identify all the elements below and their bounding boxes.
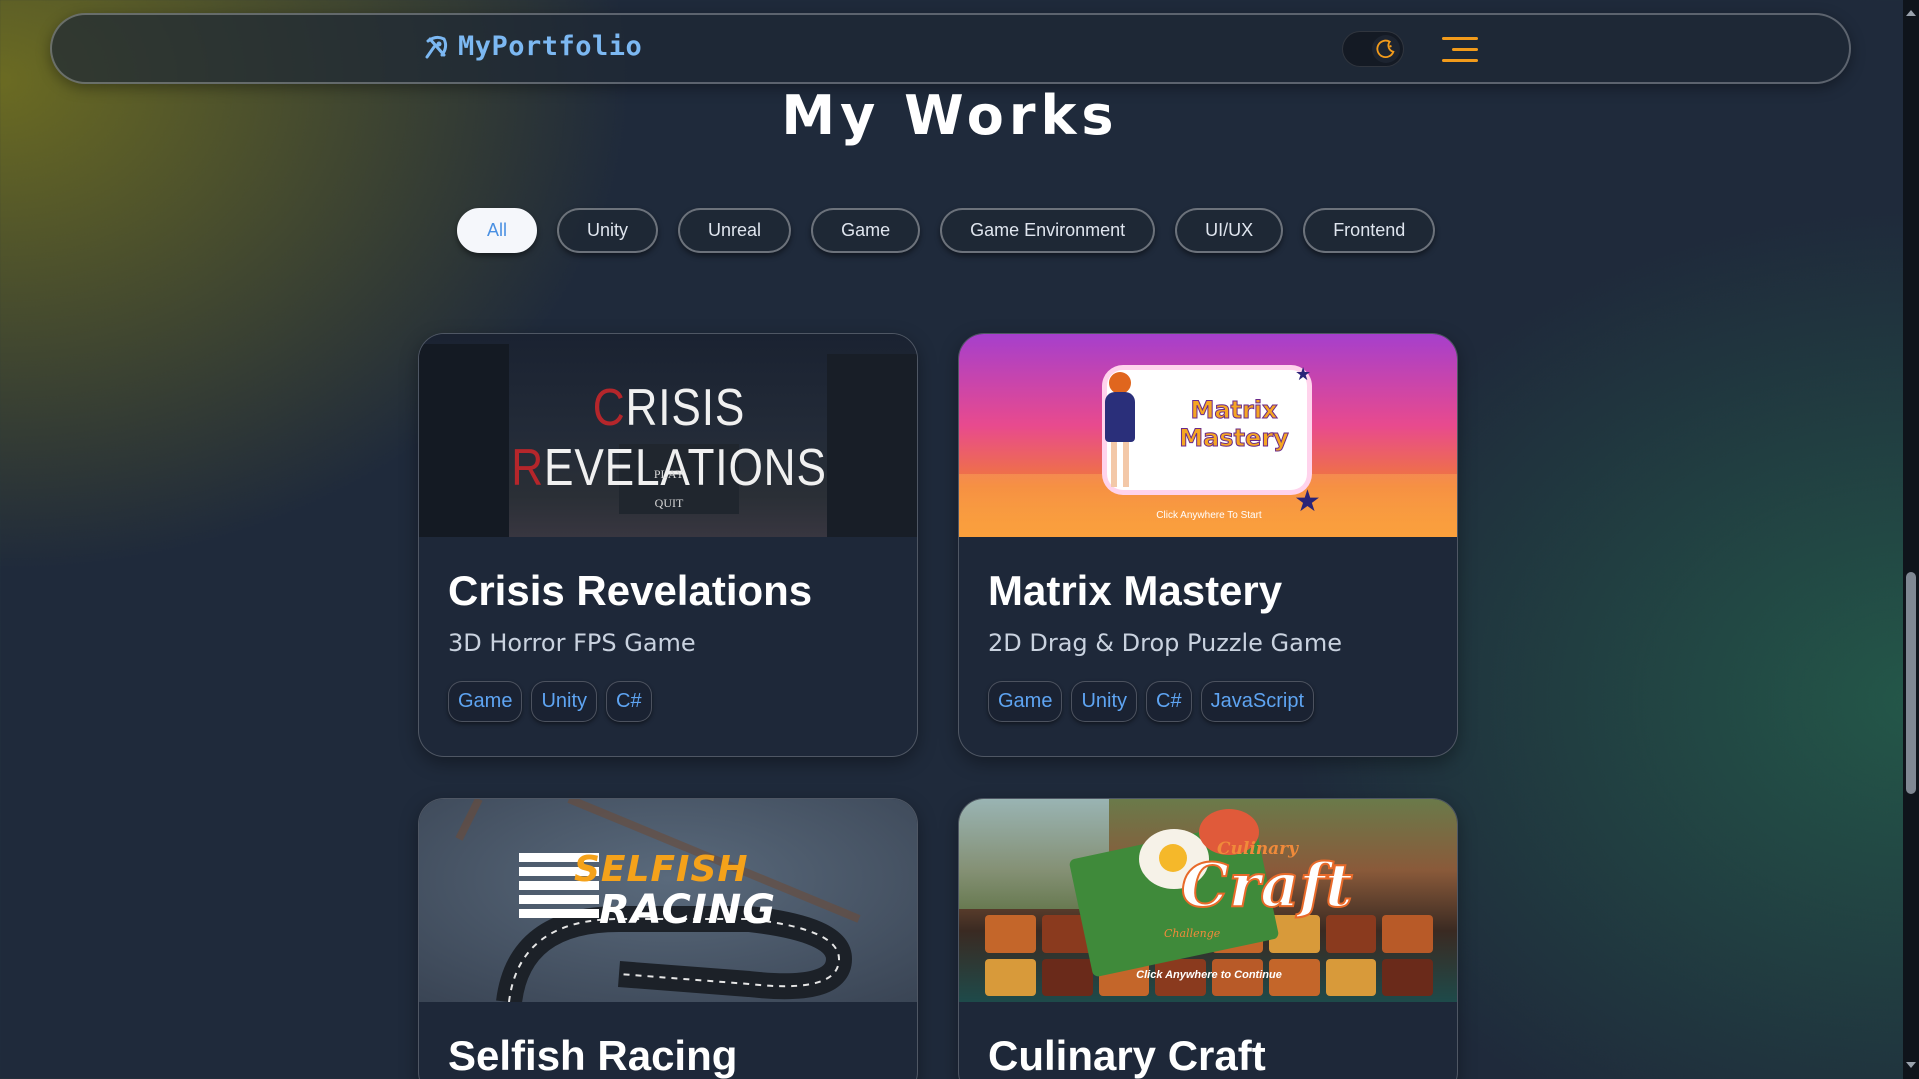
- character-illustration: [1099, 372, 1139, 492]
- scroll-down-arrow-icon[interactable]: [1906, 1062, 1916, 1068]
- tag-csharp: C#: [1146, 681, 1192, 722]
- moon-icon: [1372, 35, 1400, 63]
- logo-line: Matrix: [1190, 396, 1278, 425]
- project-subtitle: 2D Drag & Drop Puzzle Game: [988, 629, 1342, 657]
- tag-game: Game: [448, 681, 523, 722]
- tag-unity: Unity: [1071, 681, 1138, 722]
- filter-all[interactable]: All: [457, 208, 538, 253]
- scroll-up-arrow-icon[interactable]: [1906, 10, 1916, 16]
- filter-unity[interactable]: Unity: [557, 208, 659, 253]
- hamburger-line: [1442, 59, 1478, 62]
- hamburger-line: [1452, 48, 1478, 51]
- game-logo-line-1: SELFISH: [574, 849, 749, 890]
- project-thumbnail: Culinary Craft Challenge Click Anywhere …: [959, 799, 1457, 1002]
- thumbnail-caption: Click Anywhere to Continue: [1136, 969, 1282, 981]
- project-card-crisis-revelations[interactable]: CRISIS REVELATIONS PLAY QUIT Crisis Reve…: [418, 333, 918, 757]
- project-thumbnail: Matrix Mastery ★ ★ Click Anywhere To Sta…: [959, 334, 1457, 537]
- menu-play: PLAY: [653, 467, 685, 481]
- filter-unreal[interactable]: Unreal: [678, 208, 792, 253]
- tag-list: Game Unity C#: [448, 681, 888, 722]
- tag-game: Game: [988, 681, 1063, 722]
- game-logo-line-2: RACING: [599, 887, 777, 933]
- project-title: Crisis Revelations: [448, 567, 813, 614]
- brand-link[interactable]: MyPortfolio: [422, 31, 642, 62]
- logo-big-text: Craft: [1180, 850, 1354, 922]
- project-card-culinary-craft[interactable]: Culinary Craft Challenge Click Anywhere …: [958, 798, 1458, 1079]
- project-card-selfish-racing[interactable]: SELFISH RACING Selfish Racing: [418, 798, 918, 1079]
- project-subtitle: 3D Horror FPS Game: [448, 629, 696, 657]
- menu-quit: QUIT: [654, 496, 684, 510]
- tag-list: Game Unity C# JavaScript: [988, 681, 1428, 722]
- filter-frontend[interactable]: Frontend: [1303, 208, 1436, 253]
- project-card-matrix-mastery[interactable]: Matrix Mastery ★ ★ Click Anywhere To Sta…: [958, 333, 1458, 757]
- project-title: Culinary Craft: [988, 1032, 1266, 1079]
- project-title: Selfish Racing: [448, 1032, 738, 1079]
- project-title: Matrix Mastery: [988, 567, 1283, 614]
- thumbnail-caption: Click Anywhere To Start: [1156, 510, 1262, 521]
- brand-name: MyPortfolio: [458, 31, 643, 62]
- logo-line: Mastery: [1179, 424, 1290, 453]
- tag-javascript: JavaScript: [1200, 681, 1314, 722]
- page-title: My Works: [781, 84, 1119, 147]
- game-logo: Matrix Mastery: [1149, 396, 1319, 453]
- filter-bar: All Unity Unreal Game Game Environment U…: [457, 208, 1436, 253]
- hamburger-menu-button[interactable]: [1442, 35, 1478, 65]
- tag-unity: Unity: [531, 681, 598, 722]
- hamburger-line: [1442, 37, 1478, 40]
- logo-text: RISIS: [625, 379, 746, 437]
- page-scrollbar[interactable]: [1903, 0, 1919, 1079]
- filter-game[interactable]: Game: [811, 208, 921, 253]
- filter-ui-ux[interactable]: UI/UX: [1175, 208, 1284, 253]
- filter-game-environment[interactable]: Game Environment: [940, 208, 1156, 253]
- logo-letter: C: [592, 379, 626, 437]
- star-icon: ★: [1295, 364, 1312, 385]
- project-thumbnail: SELFISH RACING: [419, 799, 917, 1002]
- tag-csharp: C#: [606, 681, 652, 722]
- theme-toggle[interactable]: [1342, 31, 1404, 67]
- navbar: MyPortfolio: [50, 13, 1851, 84]
- logo-tag-text: Challenge: [1164, 927, 1221, 940]
- scrollbar-thumb[interactable]: [1906, 572, 1916, 794]
- project-thumbnail: CRISIS REVELATIONS PLAY QUIT: [419, 334, 917, 537]
- rocket-logo-icon: [425, 35, 448, 58]
